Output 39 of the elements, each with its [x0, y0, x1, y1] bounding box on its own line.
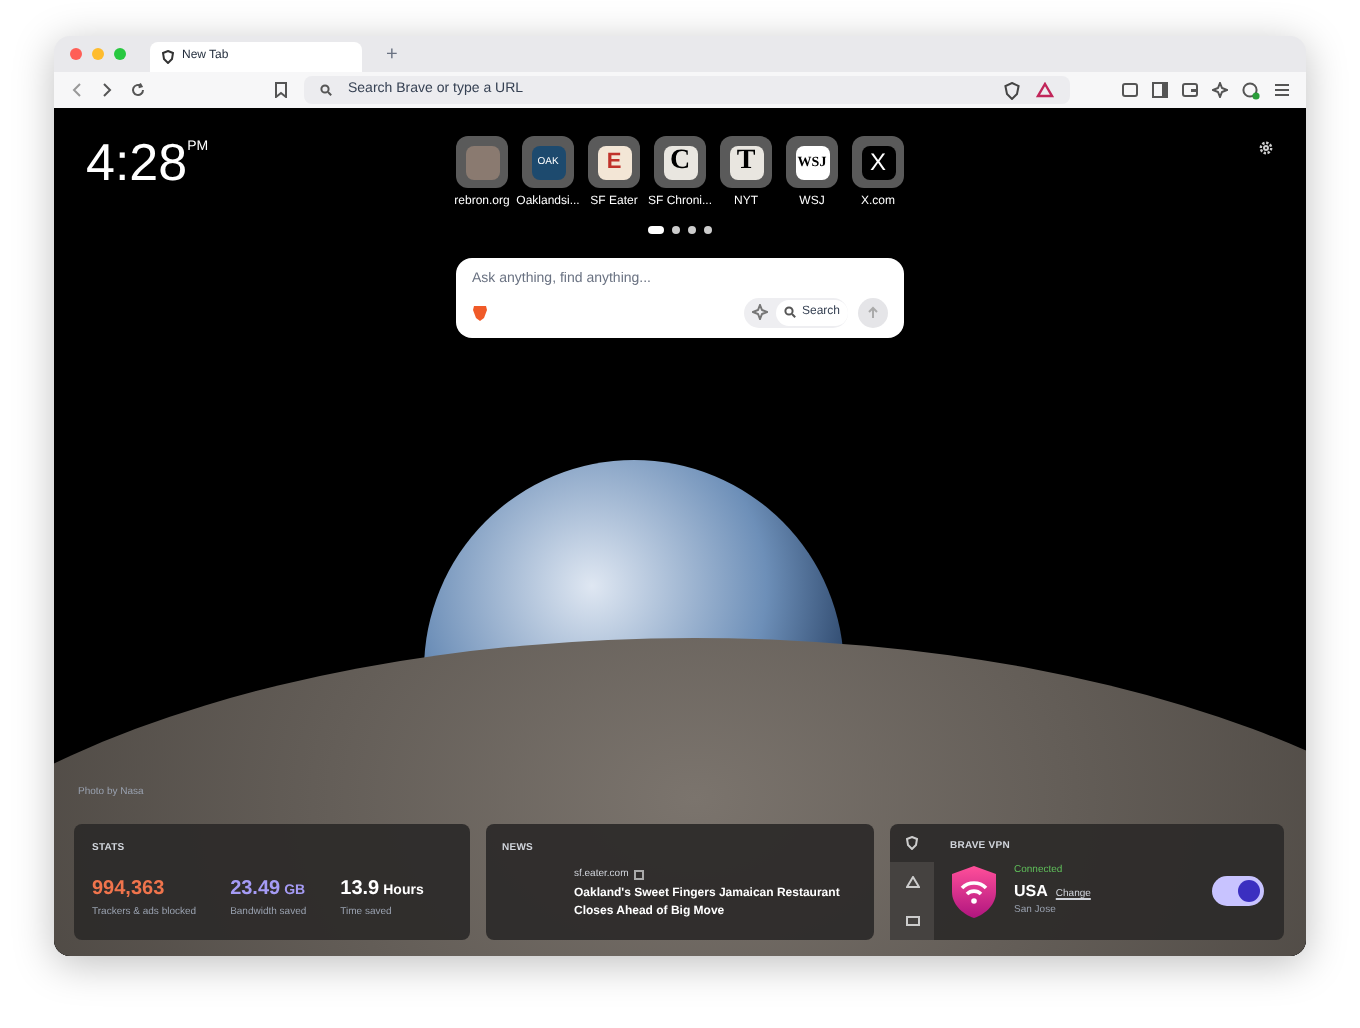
back-icon[interactable] — [70, 82, 84, 98]
menu-icon[interactable] — [1274, 82, 1290, 98]
site-logo: X — [861, 145, 895, 179]
bookmark-icon[interactable] — [274, 82, 288, 98]
vpn-icon[interactable] — [1242, 81, 1260, 99]
wallet-icon[interactable] — [1182, 82, 1198, 98]
screen-icon[interactable] — [1122, 82, 1138, 98]
shield-wifi-icon — [950, 863, 998, 919]
site-tile[interactable]: C — [654, 136, 706, 188]
shield-icon[interactable] — [1004, 81, 1020, 99]
shield-icon — [162, 50, 174, 64]
site-tile[interactable]: E — [588, 136, 640, 188]
brave-logo-icon — [472, 303, 488, 321]
forward-icon[interactable] — [100, 82, 114, 98]
sparkle-icon[interactable] — [1212, 82, 1228, 98]
vpn-country: USA — [1014, 880, 1048, 904]
new-tab-button[interactable]: + — [386, 39, 398, 69]
vpn-toggle[interactable] — [1212, 876, 1264, 906]
reload-icon[interactable] — [130, 82, 146, 98]
site-logo: T — [729, 145, 763, 179]
stat-value: 994,363 — [92, 875, 165, 903]
card-icon[interactable] — [905, 916, 919, 926]
search-icon — [783, 306, 796, 318]
sidebar-icon[interactable] — [1152, 82, 1168, 98]
stat-value: 23.49 — [230, 875, 281, 903]
settings-icon[interactable] — [1258, 140, 1274, 156]
arrow-up-icon — [868, 306, 878, 318]
sparkle-icon[interactable] — [751, 304, 768, 320]
site-tile[interactable] — [456, 136, 508, 188]
site-logo: E — [597, 145, 631, 179]
site-tile[interactable]: X — [852, 136, 904, 188]
search-icon — [320, 84, 332, 96]
copy-icon[interactable] — [634, 869, 645, 880]
stat-value: 13.9 — [340, 875, 380, 903]
site-tile[interactable]: T — [720, 136, 772, 188]
triangle-icon[interactable] — [1036, 82, 1054, 98]
site-image — [465, 145, 499, 179]
clock-time: 4:28 — [86, 136, 188, 188]
site-logo: C — [663, 145, 697, 179]
